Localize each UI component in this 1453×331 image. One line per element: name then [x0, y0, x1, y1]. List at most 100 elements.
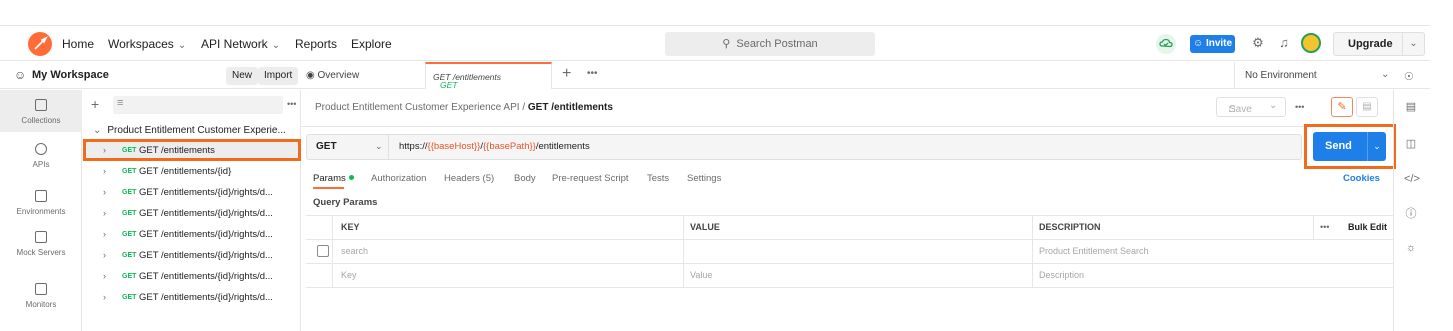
tab-params-label: Params	[313, 173, 346, 184]
method-badge: GET	[440, 80, 458, 90]
more-options-icon[interactable]: •••	[287, 99, 296, 109]
breadcrumb-current[interactable]: GET /entitlements	[528, 102, 613, 113]
sidebar-item-label: APIs	[32, 160, 50, 169]
table-row: Key Value Description	[306, 264, 1394, 288]
cookies-link[interactable]: Cookies	[1343, 173, 1380, 184]
param-description-cell[interactable]: Product Entitlement Search	[1039, 246, 1149, 256]
tree-toolbar: + ≡ •••	[91, 96, 296, 114]
url-variable: {{basePath}}	[482, 141, 536, 152]
code-icon[interactable]: </>	[1404, 172, 1420, 186]
method-badge: GET	[122, 252, 137, 259]
nav-workspaces[interactable]: Workspaces ⌄	[108, 37, 186, 51]
new-key-input[interactable]: Key	[341, 270, 357, 280]
postman-logo-icon[interactable]	[28, 32, 52, 56]
sidebar-item-label: Environments	[16, 207, 66, 216]
tab-authorization[interactable]: Authorization	[371, 173, 426, 184]
param-key-cell[interactable]: search	[341, 246, 368, 256]
environments-icon	[35, 190, 47, 202]
chevron-down-icon: ⌄	[93, 125, 102, 136]
collection-folder[interactable]: ⌄ Product Entitlement Customer Experie...	[93, 125, 286, 136]
nav-reports[interactable]: Reports	[295, 37, 337, 51]
divider	[301, 126, 1393, 127]
nav-home[interactable]: Home	[62, 37, 94, 51]
tree-item[interactable]: › GET GET /entitlements/{id}	[83, 161, 301, 182]
method-badge: GET	[122, 189, 137, 196]
tree-item[interactable]: › GET GET /entitlements/{id}/rights/d...	[83, 245, 301, 266]
avatar[interactable]	[1301, 33, 1321, 53]
chevron-right-icon: ›	[103, 250, 106, 260]
sidebar-item-collections[interactable]: Collections	[0, 90, 82, 132]
tree-item[interactable]: › GET GET /entitlements/{id}/rights/d...	[83, 203, 301, 224]
workspace-title[interactable]: My Workspace	[32, 69, 109, 81]
info-icon[interactable]: ⓘ	[1404, 207, 1418, 221]
settings-gear-icon[interactable]: ⚙	[1250, 35, 1266, 51]
upgrade-button[interactable]: Upgrade ⌄	[1333, 32, 1425, 56]
tab-settings[interactable]: Settings	[687, 173, 721, 184]
more-options-icon[interactable]: •••	[1320, 222, 1329, 232]
chevron-down-icon: ⌄	[1381, 69, 1390, 80]
sidebar-item-mock-servers[interactable]: Mock Servers	[0, 225, 82, 263]
request-url-bar: GET ⌄ https://{{baseHost}}/{{basePath}}/…	[306, 134, 1302, 160]
method-badge: GET	[122, 231, 137, 238]
new-tab-plus-icon[interactable]: +	[562, 65, 571, 83]
tree-item[interactable]: › GET GET /entitlements/{id}/rights/d...	[83, 182, 301, 203]
tab-body[interactable]: Body	[514, 173, 536, 184]
param-checkbox[interactable]	[317, 245, 329, 257]
documentation-icon[interactable]: ▤	[1356, 97, 1378, 117]
comments-icon[interactable]: ◫	[1404, 137, 1418, 151]
chevron-down-icon[interactable]: ⌄	[1269, 100, 1277, 111]
method-select[interactable]: GET ⌄	[307, 135, 389, 159]
nav-explore[interactable]: Explore	[351, 37, 392, 51]
sidebar-item-environments[interactable]: Environments	[0, 184, 82, 222]
sidebar-item-label: Collections	[21, 116, 61, 125]
new-value-input[interactable]: Value	[690, 270, 712, 280]
url-input[interactable]: https://{{baseHost}}/{{basePath}}/entitl…	[399, 141, 590, 152]
sidebar-item-monitors[interactable]: Monitors	[0, 273, 82, 317]
sidebar-item-label: Mock Servers	[16, 248, 66, 257]
lightbulb-icon[interactable]: ☼	[1404, 241, 1418, 255]
sidebar-item-apis[interactable]: APIs	[0, 137, 82, 175]
breadcrumb: Product Entitlement Customer Experience …	[315, 102, 613, 113]
tab-get-entitlements[interactable]: GET GET /entitlements	[425, 62, 552, 90]
bulk-edit-button[interactable]: Bulk Edit	[1348, 222, 1387, 232]
more-tabs-icon[interactable]: •••	[587, 68, 598, 79]
tab-overview[interactable]: ◉ Overview	[306, 70, 359, 81]
breadcrumb-parent[interactable]: Product Entitlement Customer Experience …	[315, 102, 520, 113]
chevron-right-icon: ›	[103, 166, 106, 176]
column-divider	[683, 216, 684, 288]
tree-item-label: GET /entitlements/{id}/rights/d...	[139, 208, 273, 219]
tab-params[interactable]: Params	[313, 173, 354, 184]
save-button[interactable]: □ Save ⌄	[1216, 97, 1286, 117]
monitors-icon	[35, 283, 47, 295]
new-button[interactable]: New	[226, 67, 259, 85]
documentation-icon[interactable]: ▤	[1404, 100, 1418, 114]
import-button[interactable]: Import	[258, 67, 299, 85]
notification-bell-icon[interactable]: ♫	[1276, 35, 1292, 51]
new-description-input[interactable]: Description	[1039, 270, 1084, 280]
column-header-key: KEY	[341, 222, 360, 232]
filter-input[interactable]: ≡	[113, 96, 283, 114]
environment-quick-look-icon[interactable]: ☉	[1404, 70, 1414, 83]
more-options-icon[interactable]: •••	[1295, 102, 1304, 112]
chevron-down-icon[interactable]: ⌄	[1402, 33, 1424, 55]
tree-item[interactable]: › GET GET /entitlements/{id}/rights/d...	[83, 266, 301, 287]
invite-button[interactable]: ☺ Invite	[1190, 35, 1235, 53]
nav-api-network[interactable]: API Network ⌄	[201, 37, 280, 51]
tab-headers[interactable]: Headers (5)	[444, 173, 494, 184]
table-row: search Product Entitlement Search	[306, 240, 1394, 264]
tab-pre-request-script[interactable]: Pre-request Script	[552, 173, 629, 184]
collection-name: Product Entitlement Customer Experie...	[107, 125, 286, 136]
search-input[interactable]: ⚲ Search Postman	[665, 32, 875, 56]
tree-item[interactable]: › GET GET /entitlements/{id}/rights/d...	[83, 224, 301, 245]
invite-label: Invite	[1205, 38, 1233, 49]
edit-pencil-icon[interactable]: ✎	[1331, 97, 1353, 117]
tree-item[interactable]: › GET GET /entitlements/{id}/rights/d...	[83, 287, 301, 308]
column-divider	[1032, 216, 1033, 288]
environment-select[interactable]: No Environment ⌄	[1234, 62, 1394, 89]
nav-api-network-label: API Network	[201, 37, 268, 51]
chevron-right-icon: ›	[103, 187, 106, 197]
chevron-right-icon: ›	[103, 208, 106, 218]
tab-tests[interactable]: Tests	[647, 173, 669, 184]
sync-cloud-icon[interactable]	[1156, 34, 1176, 54]
add-collection-plus-icon[interactable]: +	[91, 96, 99, 112]
